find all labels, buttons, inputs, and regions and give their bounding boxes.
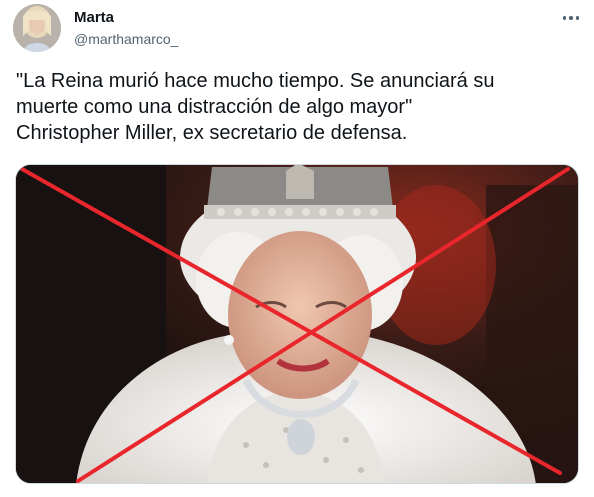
tweet-text: "La Reina murió hace mucho tiempo. Se an… [16, 70, 495, 144]
dot [575, 16, 580, 20]
handle[interactable]: @marthamarco_ [74, 30, 178, 48]
dot [562, 16, 567, 20]
dot [569, 16, 573, 20]
display-name[interactable]: Marta [74, 9, 114, 27]
avatar[interactable] [13, 4, 61, 52]
tweet-card[interactable]: Marta @marthamarco_ "La Reina murió hace… [0, 0, 594, 497]
more-dots-icon[interactable] [556, 6, 586, 30]
tweet-photo[interactable] [15, 164, 579, 484]
